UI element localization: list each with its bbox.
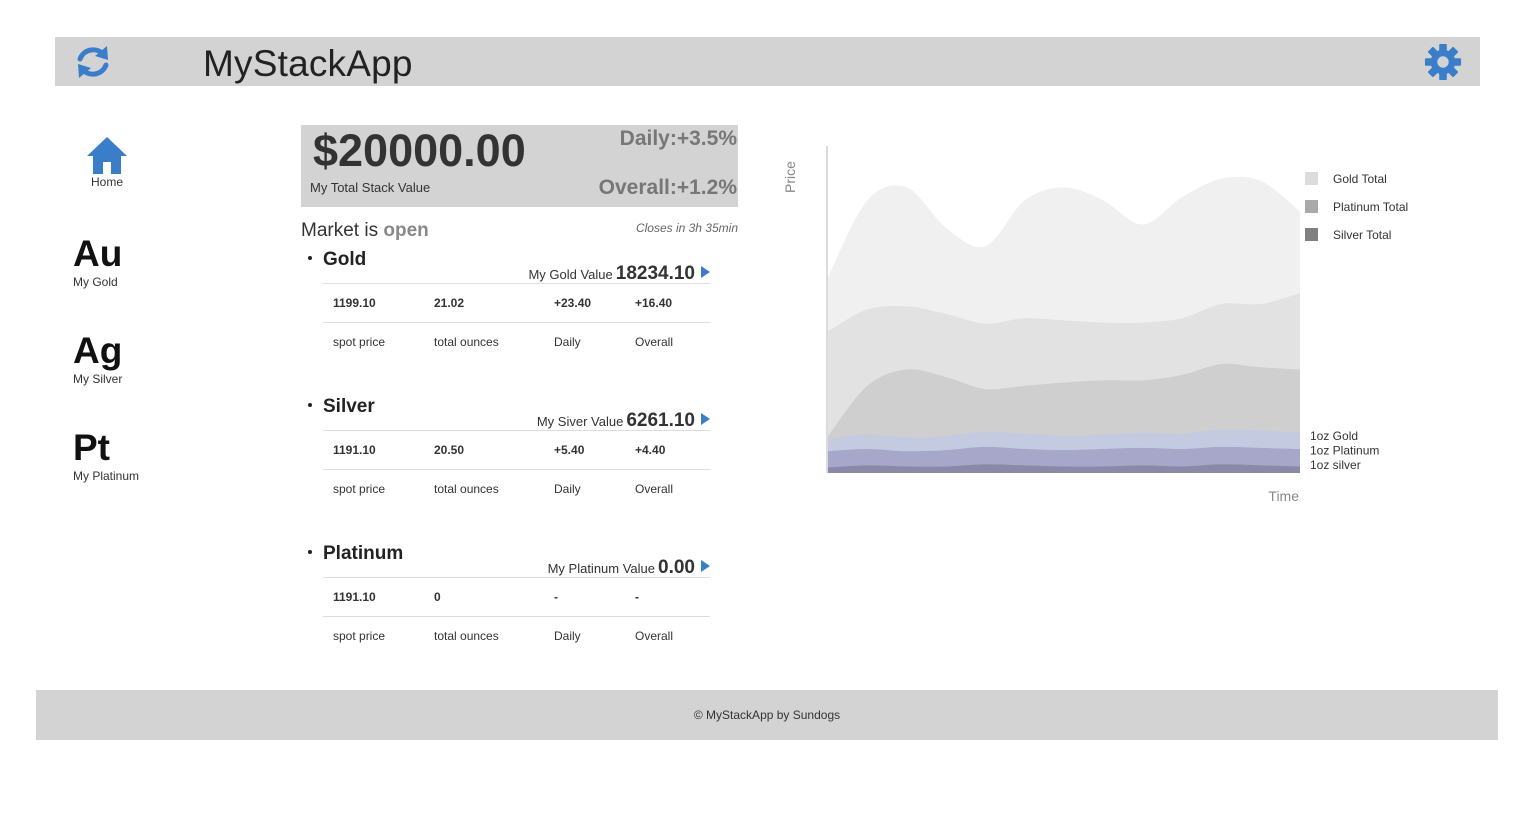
total-stack-label: My Total Stack Value bbox=[310, 180, 431, 195]
refresh-icon[interactable] bbox=[73, 42, 113, 82]
footer: © MyStackApp by Sundogs bbox=[36, 690, 1498, 740]
sidebar-item-home[interactable]: Home bbox=[82, 135, 132, 189]
chart-areas bbox=[828, 176, 1300, 473]
legend-label: Silver Total bbox=[1333, 228, 1391, 242]
table-row: 1199.10 21.02 +23.40 +16.40 bbox=[323, 283, 710, 323]
metal-value-label: My Gold Value bbox=[528, 267, 613, 282]
app-title: MyStackApp bbox=[203, 43, 413, 84]
bullet bbox=[308, 550, 312, 554]
silver-symbol: Ag bbox=[73, 330, 123, 371]
line-label: 1oz Platinum bbox=[1310, 444, 1379, 458]
market-prefix: Market is bbox=[301, 220, 379, 241]
daily-value: - bbox=[544, 577, 625, 617]
play-arrow-icon[interactable] bbox=[701, 266, 710, 278]
sidebar-item-label: My Silver bbox=[73, 372, 123, 386]
series-line-labels: 1oz Gold1oz Platinum1oz silver bbox=[1310, 429, 1379, 472]
market-status: Market is open bbox=[301, 220, 429, 242]
overall-label: Overall bbox=[635, 482, 674, 497]
total-stack-value: $20000.00 bbox=[313, 125, 526, 176]
overall-label: Overall bbox=[635, 629, 674, 644]
x-axis-label: Time bbox=[1268, 488, 1299, 504]
copyright-text: © MyStackApp by Sundogs bbox=[693, 708, 841, 722]
home-icon bbox=[87, 137, 127, 174]
top-bar: MyStackApp bbox=[55, 37, 1480, 86]
daily-label: Daily bbox=[554, 335, 581, 350]
overall-label: Overall bbox=[635, 335, 674, 350]
spot-price-value: 1199.10 bbox=[323, 283, 424, 323]
daily-change: Daily:+3.5% bbox=[619, 127, 737, 150]
sidebar-item-gold[interactable]: Au My Gold bbox=[73, 235, 122, 289]
sidebar-item-label: My Platinum bbox=[73, 469, 140, 483]
daily-label: Daily bbox=[554, 482, 581, 497]
spot-price-label: spot price bbox=[333, 335, 386, 350]
metal-stats-table: 1191.10 0 - - spot price total ounces Da… bbox=[323, 577, 710, 656]
table-row: 1191.10 20.50 +5.40 +4.40 bbox=[323, 430, 710, 470]
total-stack-summary: $20000.00 My Total Stack Value Daily:+3.… bbox=[301, 125, 738, 207]
table-row: spot price total ounces Daily Overall bbox=[323, 470, 710, 509]
metal-value-label: My Platinum Value bbox=[547, 561, 656, 576]
overall-change: Overall:+1.2% bbox=[598, 176, 737, 199]
spot-price-value: 1191.10 bbox=[323, 577, 424, 617]
total-ounces-label: total ounces bbox=[434, 629, 499, 644]
chart-legend: Gold Total Platinum Total Silver Total bbox=[1305, 172, 1408, 242]
sidebar-item-label: My Gold bbox=[73, 275, 118, 289]
legend-label: Gold Total bbox=[1333, 172, 1387, 186]
sidebar-item-silver[interactable]: Ag My Silver bbox=[73, 332, 122, 386]
legend-swatch bbox=[1305, 200, 1318, 213]
total-ounces-value: 0 bbox=[424, 577, 544, 617]
bullet bbox=[308, 403, 312, 407]
y-axis-label: Price bbox=[782, 161, 798, 193]
spot-price-label: spot price bbox=[333, 629, 386, 644]
overall-value: +16.40 bbox=[625, 283, 710, 323]
market-closes: Closes in 3h 35min bbox=[635, 221, 738, 235]
spot-price-value: 1191.10 bbox=[323, 430, 424, 470]
table-row: 1191.10 0 - - bbox=[323, 577, 710, 617]
metal-stats-table: 1199.10 21.02 +23.40 +16.40 spot price t… bbox=[323, 283, 710, 362]
metal-value: 0.00 bbox=[658, 557, 695, 578]
platinum-value-link[interactable]: My Platinum Value 0.00 bbox=[301, 557, 710, 579]
bullet bbox=[308, 256, 312, 260]
table-row: spot price total ounces Daily Overall bbox=[323, 323, 710, 362]
total-ounces-label: total ounces bbox=[434, 335, 499, 350]
market-state: open bbox=[383, 220, 429, 241]
spot-price-label: spot price bbox=[333, 482, 386, 497]
legend-swatch bbox=[1305, 172, 1318, 185]
silver-value-link[interactable]: My Siver Value 6261.10 bbox=[301, 410, 710, 432]
daily-label: Daily bbox=[554, 629, 581, 644]
price-area-chart: Price Time Gold Total Platinum Total Silve… bbox=[782, 146, 1408, 504]
total-ounces-label: total ounces bbox=[434, 482, 499, 497]
daily-value: +23.40 bbox=[544, 283, 625, 323]
gear-icon[interactable] bbox=[1424, 43, 1462, 81]
metal-value: 6261.10 bbox=[626, 410, 695, 431]
play-arrow-icon[interactable] bbox=[701, 413, 710, 425]
line-label: 1oz silver bbox=[1310, 458, 1361, 472]
total-ounces-value: 20.50 bbox=[424, 430, 544, 470]
table-row: spot price total ounces Daily Overall bbox=[323, 617, 710, 656]
total-ounces-value: 21.02 bbox=[424, 283, 544, 323]
overall-value: - bbox=[625, 577, 710, 617]
legend-swatch bbox=[1305, 228, 1318, 241]
platinum-symbol: Pt bbox=[73, 427, 110, 468]
line-label: 1oz Gold bbox=[1310, 429, 1358, 443]
gold-value-link[interactable]: My Gold Value 18234.10 bbox=[301, 263, 710, 285]
metal-value-label: My Siver Value bbox=[536, 414, 624, 429]
overall-value: +4.40 bbox=[625, 430, 710, 470]
metal-stats-table: 1191.10 20.50 +5.40 +4.40 spot price tot… bbox=[323, 430, 710, 509]
gold-symbol: Au bbox=[73, 233, 123, 274]
legend-label: Platinum Total bbox=[1333, 200, 1408, 214]
sidebar-item-label: Home bbox=[90, 175, 123, 189]
sidebar-item-platinum[interactable]: Pt My Platinum bbox=[73, 429, 139, 483]
metal-value: 18234.10 bbox=[615, 263, 695, 284]
play-arrow-icon[interactable] bbox=[701, 560, 710, 572]
daily-value: +5.40 bbox=[544, 430, 625, 470]
